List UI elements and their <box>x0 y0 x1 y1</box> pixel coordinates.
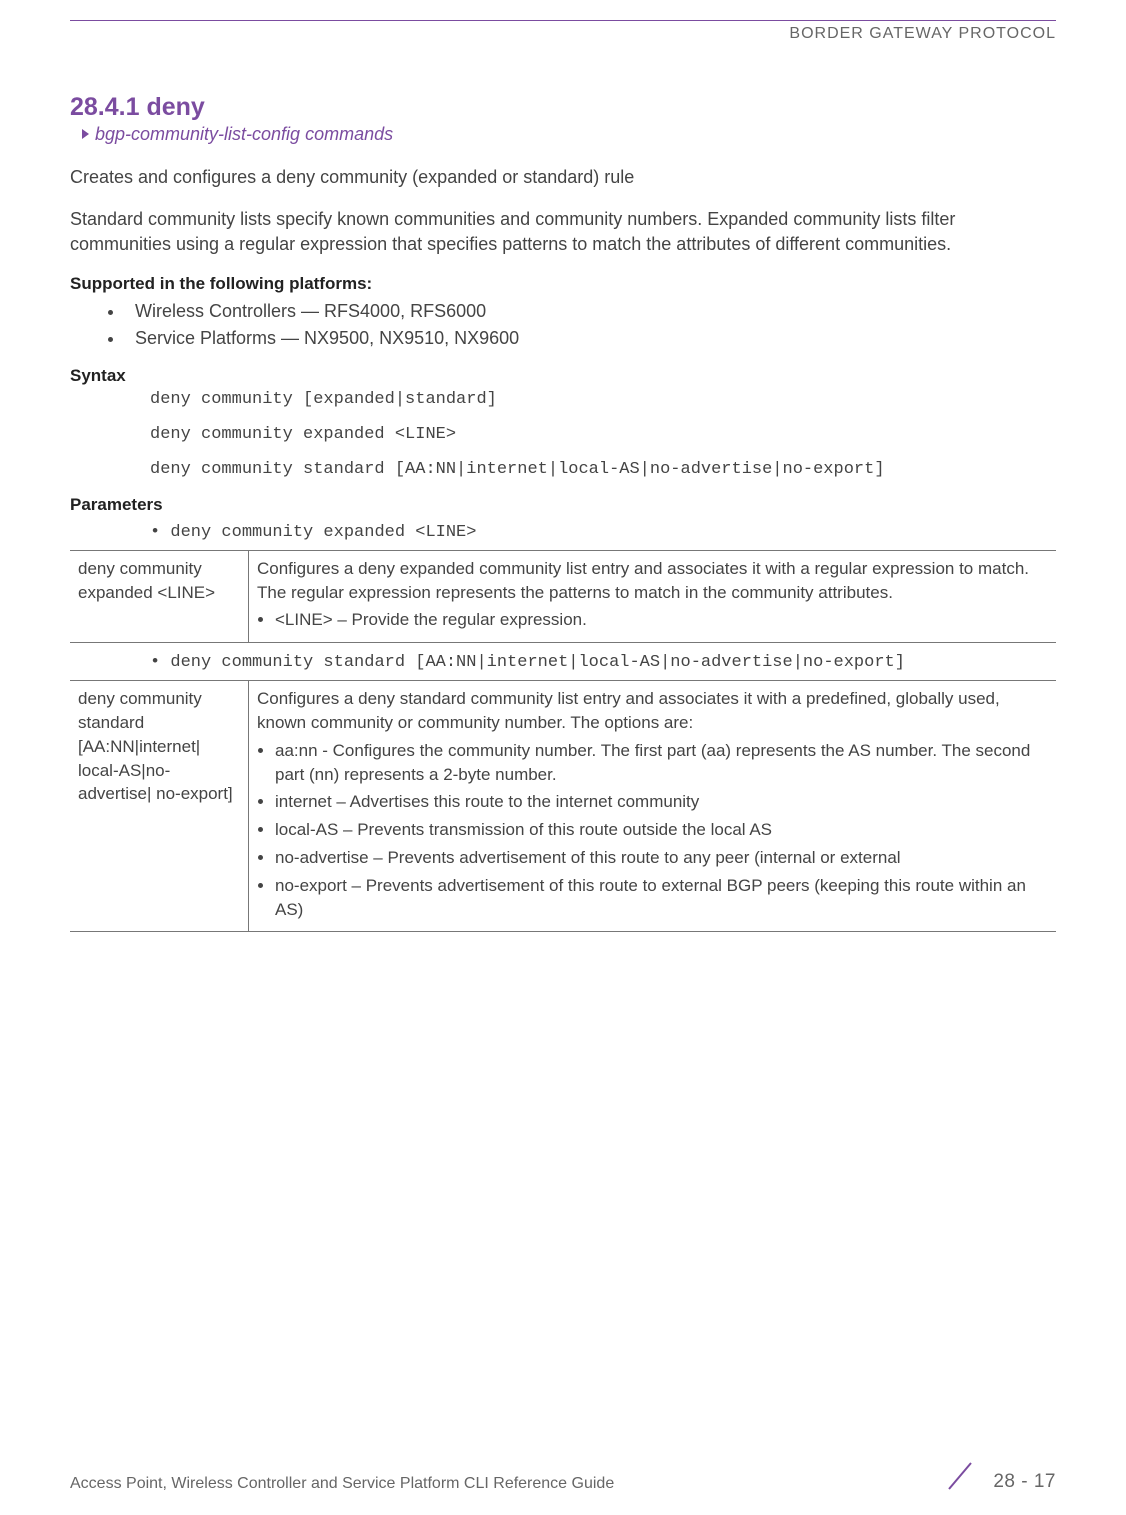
param-desc-text: Configures a deny standard community lis… <box>257 689 1000 732</box>
intro-paragraph-2: Standard community lists specify known c… <box>70 207 1056 256</box>
param-name-cell: deny community standard [AA:NN|internet|… <box>70 681 249 932</box>
breadcrumb-link[interactable]: bgp-community-list-config commands <box>82 124 1056 145</box>
footer-title: Access Point, Wireless Controller and Se… <box>70 1475 614 1493</box>
param-name-cell: deny community expanded <LINE> <box>70 550 249 642</box>
param-desc-cell: Configures a deny expanded community lis… <box>249 550 1057 642</box>
platform-item: Wireless Controllers — RFS4000, RFS6000 <box>125 298 1056 325</box>
syntax-line: deny community expanded <LINE> <box>150 425 1056 444</box>
param-bullet: deny community expanded <LINE> <box>150 523 1056 542</box>
param-table-2: deny community standard [AA:NN|internet|… <box>70 680 1056 932</box>
param-desc-text: Configures a deny expanded community lis… <box>257 559 1029 602</box>
parameters-heading: Parameters <box>70 495 1056 515</box>
header-rule <box>70 20 1056 21</box>
syntax-heading: Syntax <box>70 366 1056 386</box>
page-number: 28 - 17 <box>993 1471 1056 1493</box>
param-desc-item: no-advertise – Prevents advertisement of… <box>275 846 1046 870</box>
param-table-1: deny community expanded <LINE> Configure… <box>70 550 1056 643</box>
param-desc-item: internet – Advertises this route to the … <box>275 790 1046 814</box>
platforms-list: Wireless Controllers — RFS4000, RFS6000 … <box>70 298 1056 352</box>
section-title: 28.4.1 deny <box>70 93 1056 122</box>
param-bullet: deny community standard [AA:NN|internet|… <box>150 653 1056 672</box>
param-desc-cell: Configures a deny standard community lis… <box>249 681 1057 932</box>
intro-paragraph-1: Creates and configures a deny community … <box>70 165 1056 189</box>
syntax-line: deny community [expanded|standard] <box>150 390 1056 409</box>
platform-item: Service Platforms — NX9500, NX9510, NX96… <box>125 325 1056 352</box>
param-desc-item: <LINE> – Provide the regular expression. <box>275 608 1046 632</box>
param-desc-item: aa:nn - Configures the community number.… <box>275 739 1046 787</box>
param-desc-item: no-export – Prevents advertisement of th… <box>275 874 1046 922</box>
syntax-line: deny community standard [AA:NN|internet|… <box>150 460 1056 479</box>
page-footer: Access Point, Wireless Controller and Se… <box>70 1459 1056 1493</box>
supported-heading: Supported in the following platforms: <box>70 274 1056 294</box>
running-header: BORDER GATEWAY PROTOCOL <box>70 25 1056 43</box>
param-desc-item: local-AS – Prevents transmission of this… <box>275 818 1046 842</box>
footer-slash-icon <box>943 1459 977 1493</box>
